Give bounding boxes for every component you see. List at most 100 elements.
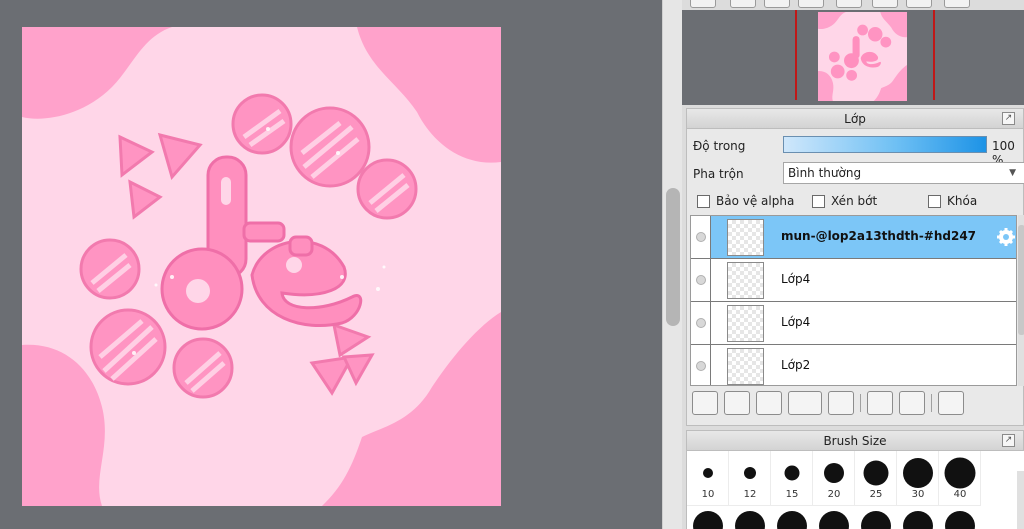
new-1bit-layer-icon[interactable] <box>756 391 782 415</box>
gear-icon[interactable] <box>996 227 1016 247</box>
layer-panel-header[interactable]: Lớp ↗ <box>687 109 1023 129</box>
blend-mode-value: Bình thường <box>788 166 862 180</box>
navigator-thumbnail[interactable] <box>818 12 907 101</box>
layer-toolbar <box>690 389 1020 419</box>
layer-name: Lớp2 <box>781 358 811 372</box>
clipping-label: Xén bớt <box>831 194 878 208</box>
rotate-left-icon[interactable] <box>836 0 862 8</box>
layer-thumbnail <box>727 262 764 299</box>
canvas-area[interactable] <box>0 0 662 529</box>
brush-size-option[interactable]: 12 <box>729 451 771 506</box>
navigator-panel[interactable] <box>682 10 1024 105</box>
actual-size-icon[interactable] <box>798 0 824 8</box>
clipping-checkbox[interactable]: Xén bớt <box>812 194 877 208</box>
popout-icon[interactable]: ↗ <box>1002 434 1015 447</box>
brush-size-label: 12 <box>743 489 757 500</box>
popout-icon[interactable]: ↗ <box>1002 112 1015 125</box>
brush-dot-icon[interactable] <box>861 511 891 529</box>
new-layer-icon[interactable] <box>692 391 718 415</box>
brush-grid-scrollbar[interactable] <box>1017 471 1024 529</box>
eye-icon <box>696 318 706 328</box>
right-panel: Lớp ↗ Độ trong 100 % Pha trộn Bình thườn… <box>682 0 1024 529</box>
checkbox-box[interactable] <box>812 194 825 208</box>
fit-view-icon[interactable] <box>764 0 790 8</box>
visibility-toggle[interactable] <box>691 259 711 301</box>
delete-layer-icon[interactable] <box>938 391 964 415</box>
visibility-toggle[interactable] <box>691 302 711 344</box>
layer-name: Lớp4 <box>781 272 811 286</box>
zoom-out-icon[interactable] <box>690 0 716 8</box>
brush-dot-icon[interactable] <box>735 511 765 529</box>
toolbar-divider <box>860 394 861 412</box>
layer-panel: Lớp ↗ Độ trong 100 % Pha trộn Bình thườn… <box>686 108 1024 426</box>
reset-rotation-icon[interactable] <box>906 0 932 8</box>
brush-dot-icon[interactable] <box>777 511 807 529</box>
brush-dot-icon[interactable] <box>693 511 723 529</box>
brush-size-option[interactable]: 15 <box>771 451 813 506</box>
brush-size-label: 25 <box>869 489 883 500</box>
chevron-down-icon: ▼ <box>1009 168 1016 178</box>
layer-thumbnail <box>727 348 764 385</box>
canvas-vertical-scrollbar[interactable] <box>662 0 682 529</box>
brush-size-label: 40 <box>953 489 967 500</box>
brush-size-option[interactable]: 20 <box>813 451 855 506</box>
opacity-slider[interactable] <box>783 136 987 153</box>
toolbar-divider <box>931 394 932 412</box>
layer-row[interactable]: mun-@lop2a13thdth-#hd247 <box>691 216 1016 259</box>
checkbox-box[interactable] <box>928 194 941 208</box>
brush-dot-icon <box>784 465 799 481</box>
brush-dot-icon <box>863 460 888 486</box>
brush-dot-icon[interactable] <box>819 511 849 529</box>
scrollbar-thumb[interactable] <box>1018 225 1024 335</box>
duplicate-layer-icon[interactable] <box>867 391 893 415</box>
eye-icon <box>696 275 706 285</box>
folder-icon[interactable] <box>828 391 854 415</box>
visibility-toggle[interactable] <box>691 345 711 385</box>
layer-name: Lớp4 <box>781 315 811 329</box>
artwork-canvas[interactable] <box>22 27 501 506</box>
layer-list: mun-@lop2a13thdth-#hd247 Lớp4 Lớp4 Lớp2 <box>690 215 1017 386</box>
brush-size-panel: Brush Size ↗ 10 12 15 20 25 30 40 <box>686 430 1024 529</box>
layer-name: mun-@lop2a13thdth-#hd247 <box>781 229 977 243</box>
layer-row[interactable]: Lớp4 <box>691 259 1016 302</box>
brush-size-option[interactable]: 25 <box>855 451 897 506</box>
protect-alpha-label: Bảo vệ alpha <box>716 194 795 208</box>
brush-dot-icon <box>944 457 975 489</box>
scrollbar-thumb[interactable] <box>666 188 680 326</box>
merge-down-icon[interactable] <box>899 391 925 415</box>
layer-list-scrollbar[interactable] <box>1018 215 1024 386</box>
opacity-label: Độ trong <box>693 139 746 153</box>
brush-size-label: 15 <box>785 489 799 500</box>
add-layer-menu-icon[interactable] <box>788 391 822 415</box>
brush-size-label: 30 <box>911 489 925 500</box>
brush-size-label: 10 <box>701 489 715 500</box>
layer-row[interactable]: Lớp2 <box>691 345 1016 385</box>
rotate-right-icon[interactable] <box>872 0 898 8</box>
eye-icon <box>696 361 706 371</box>
brush-dot-icon[interactable] <box>945 511 975 529</box>
eye-icon <box>696 232 706 242</box>
brush-size-label: 20 <box>827 489 841 500</box>
layer-row[interactable]: Lớp4 <box>691 302 1016 345</box>
visibility-toggle[interactable] <box>691 216 711 258</box>
blend-mode-label: Pha trộn <box>693 167 744 181</box>
brush-dot-icon <box>902 458 933 488</box>
protect-alpha-checkbox[interactable]: Bảo vệ alpha <box>697 194 794 208</box>
new-8bit-layer-icon[interactable] <box>724 391 750 415</box>
layer-thumbnail <box>727 219 764 256</box>
brush-dot-icon <box>743 467 756 479</box>
checkbox-box[interactable] <box>697 194 710 208</box>
blend-mode-select[interactable]: Bình thường ▼ <box>783 162 1024 184</box>
lock-checkbox[interactable]: Khóa <box>928 194 977 208</box>
brush-dot-icon[interactable] <box>903 511 933 529</box>
brush-size-option[interactable]: 30 <box>897 451 939 506</box>
lock-label: Khóa <box>947 194 978 208</box>
layer-panel-title: Lớp <box>844 112 866 126</box>
flip-icon[interactable] <box>944 0 970 8</box>
brush-panel-title: Brush Size <box>823 434 887 448</box>
brush-size-option[interactable]: 40 <box>939 451 981 506</box>
zoom-in-icon[interactable] <box>730 0 756 8</box>
brush-panel-header[interactable]: Brush Size ↗ <box>687 431 1023 451</box>
brush-size-option[interactable]: 10 <box>687 451 729 506</box>
navigator-toolbar <box>682 0 1024 10</box>
